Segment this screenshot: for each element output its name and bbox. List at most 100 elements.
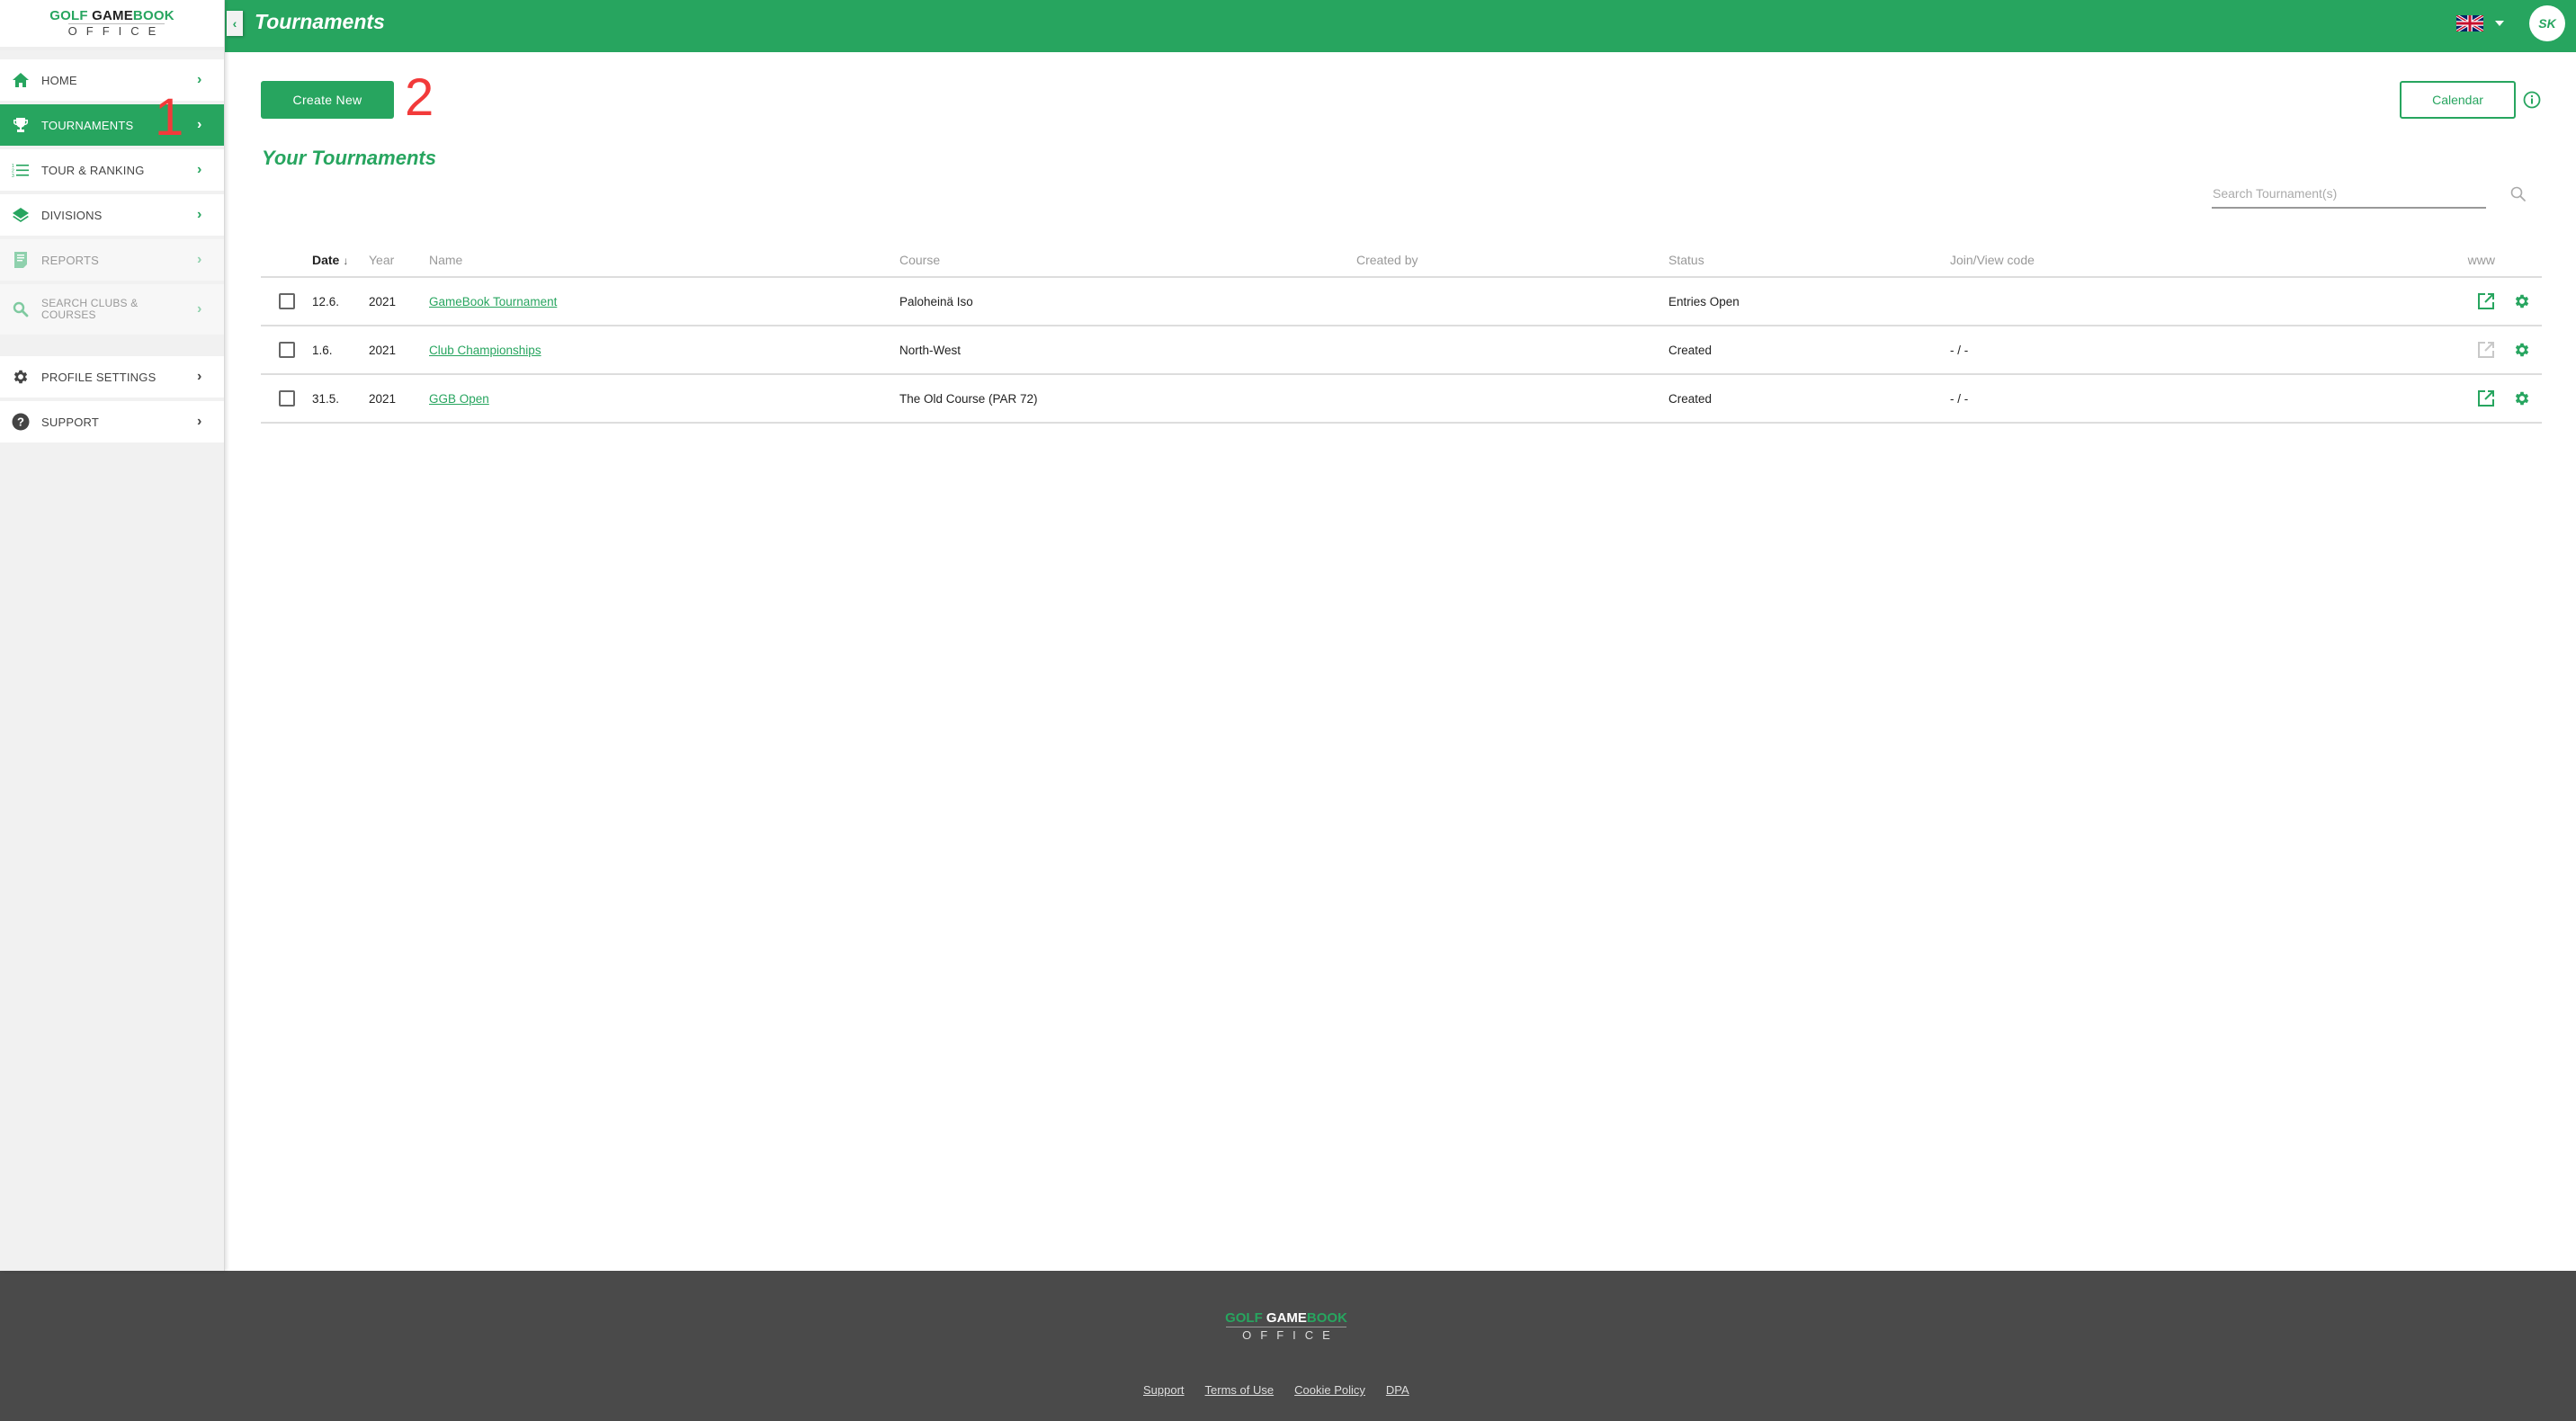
logo-sub: OFFICE [67,23,165,38]
cell-year: 2021 [369,326,429,375]
column-header-status[interactable]: Status [1668,243,1950,278]
collapse-sidebar-button[interactable]: ‹ [227,11,243,36]
trophy-icon [0,117,41,133]
column-header-name[interactable]: Name [429,243,899,278]
cell-code [1950,277,2229,326]
sidebar-item-search-clubs[interactable]: SEARCH CLUBS & COURSES › [0,284,224,335]
annotation-marker-1: 1 [155,88,184,147]
row-checkbox[interactable] [279,342,295,358]
chevron-left-icon: ‹ [232,16,237,31]
tournament-name-link[interactable]: Club Championships [429,344,541,357]
numbered-list-icon: 123 [0,163,41,177]
cell-course: Paloheinä Iso [899,277,1356,326]
column-header-date[interactable]: Date ↓ [312,243,369,278]
sidebar-item-label: REPORTS [41,253,100,267]
open-external-icon [2477,341,2495,359]
open-external-icon[interactable] [2477,389,2495,407]
create-new-button[interactable]: Create New [261,81,394,119]
footer-link-terms[interactable]: Terms of Use [1205,1383,1275,1397]
table-header-row: Date ↓ Year Name Course Created by Status… [261,243,2542,278]
sidebar-item-support[interactable]: ? SUPPORT › [0,401,224,442]
footer-link-dpa[interactable]: DPA [1386,1383,1409,1397]
help-icon: ? [0,413,41,431]
search-input[interactable] [2212,180,2486,207]
settings-gear-icon[interactable] [2513,341,2531,359]
footer-links: Support Terms of Use Cookie Policy DPA [1143,1383,1409,1397]
settings-gear-icon[interactable] [2513,389,2531,407]
sidebar-item-reports[interactable]: REPORTS › [0,239,224,281]
cell-year: 2021 [369,374,429,424]
sidebar-item-profile-settings[interactable]: PROFILE SETTINGS › [0,356,224,398]
cell-created-by [1356,277,1668,326]
sidebar-item-label: SUPPORT [41,415,100,429]
column-header-created-by[interactable]: Created by [1356,243,1668,278]
chevron-right-icon: › [197,369,202,384]
table-row: 1.6. 2021 Club Championships North-West Crea… [261,326,2542,375]
cell-date: 1.6. [312,326,369,375]
footer-link-cookie-policy[interactable]: Cookie Policy [1294,1383,1365,1397]
footer-logo: GOLF GAMEBOOK OFFICE [1219,1310,1354,1343]
language-dropdown-caret-icon[interactable] [2495,21,2504,26]
footer-logo-golf: GOLF [1225,1310,1263,1326]
footer-link-support[interactable]: Support [1143,1383,1185,1397]
gear-icon [0,368,41,386]
column-header-course[interactable]: Course [899,243,1356,278]
footer-logo-book: BOOK [1306,1310,1347,1326]
cell-code: - / - [1950,326,2229,375]
chevron-right-icon: › [197,252,202,267]
chevron-right-icon: › [197,117,202,132]
cell-status: Created [1668,374,1950,424]
cell-date: 31.5. [312,374,369,424]
logo-brand-golf: GOLF [49,8,88,23]
column-header-code: Join/View code [1950,243,2229,278]
home-icon [0,72,41,88]
svg-text:?: ? [17,416,24,429]
table-row: 12.6. 2021 GameBook Tournament Paloheinä Is… [261,277,2542,326]
section-title: Your Tournaments [262,147,436,169]
footer-logo-game: GAME [1266,1310,1307,1326]
cell-status: Entries Open [1668,277,1950,326]
row-checkbox[interactable] [279,293,295,309]
cell-date: 12.6. [312,277,369,326]
cell-course: The Old Course (PAR 72) [899,374,1356,424]
chevron-right-icon: › [197,301,202,317]
tournament-name-link[interactable]: GGB Open [429,392,489,406]
user-avatar[interactable]: SK [2529,5,2565,41]
sidebar-item-label: DIVISIONS [41,208,103,222]
sidebar-item-label: TOUR & RANKING [41,163,145,177]
logo-brand-game: GAME [92,8,133,23]
page-title: Tournaments [255,10,385,33]
footer [0,1271,2576,1421]
cell-status: Created [1668,326,1950,375]
open-external-icon[interactable] [2477,292,2495,310]
top-header [225,0,2576,52]
cell-year: 2021 [369,277,429,326]
search-icon[interactable] [2509,185,2527,203]
sidebar-item-label: PROFILE SETTINGS [41,370,157,384]
calendar-button[interactable]: Calendar [2400,81,2516,119]
cell-created-by [1356,374,1668,424]
svg-text:3: 3 [12,174,14,177]
sidebar-item-tournaments[interactable]: TOURNAMENTS › [0,104,224,146]
sidebar: GOLF GAMEBOOK OFFICE HOME › TOURNAMENTS … [0,0,225,1271]
cell-code: - / - [1950,374,2229,424]
report-icon [0,251,41,269]
info-icon[interactable] [2523,91,2541,109]
column-header-www: www [2229,243,2495,278]
uk-flag-icon[interactable] [2456,15,2483,31]
sidebar-item-divisions[interactable]: DIVISIONS › [0,194,224,236]
sidebar-item-tour-ranking[interactable]: 123 TOUR & RANKING › [0,149,224,191]
sidebar-item-label: HOME [41,73,77,87]
tournament-name-link[interactable]: GameBook Tournament [429,295,557,308]
cell-course: North-West [899,326,1356,375]
footer-logo-sub: OFFICE [1226,1327,1346,1342]
chevron-right-icon: › [197,414,202,429]
settings-gear-icon[interactable] [2513,292,2531,310]
logo[interactable]: GOLF GAMEBOOK OFFICE [0,0,224,50]
layers-icon [0,207,41,223]
column-header-year[interactable]: Year [369,243,429,278]
row-checkbox[interactable] [279,390,295,407]
annotation-marker-2: 2 [405,68,434,127]
sidebar-item-home[interactable]: HOME › [0,59,224,101]
sidebar-item-label: SEARCH CLUBS & COURSES [41,297,139,321]
